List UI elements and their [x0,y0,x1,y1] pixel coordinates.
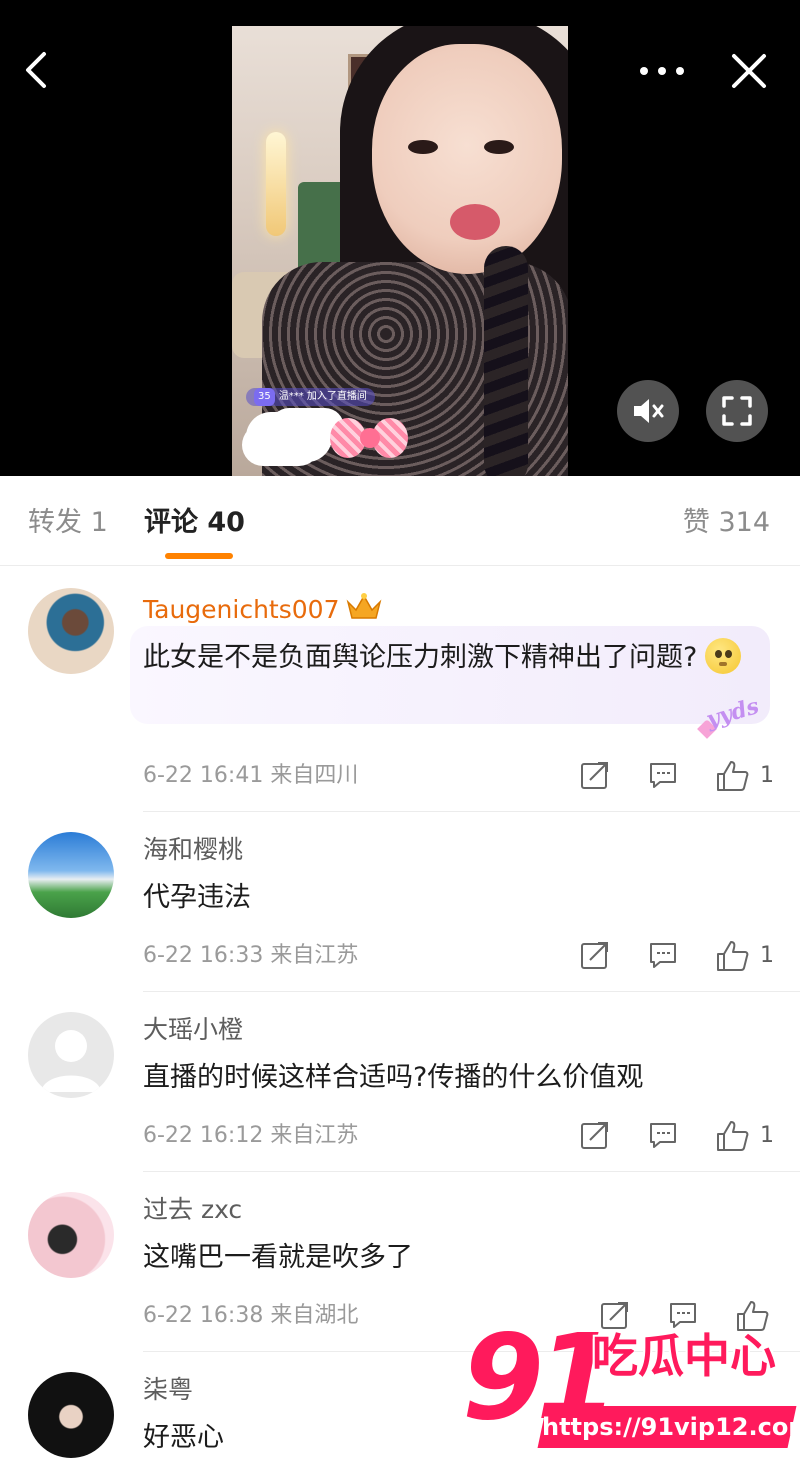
detail-tabs: 转发 1 评论 40 赞 314 [0,476,800,566]
like-count: 1 [760,763,774,788]
avatar[interactable] [28,1012,114,1098]
comment-location: 来自江苏 [270,943,359,968]
comment-username[interactable]: 大瑶小橙 [143,1014,243,1046]
comment-time: 6-22 16:38 [143,1303,264,1328]
comment-actions: 1 [580,760,780,792]
level-badge: 35 [254,388,275,406]
live-join-notice: 35 温*** 加入了直播间 [246,388,375,406]
eye-left [408,140,438,154]
like-icon[interactable] [716,940,750,976]
share-icon[interactable] [580,1120,610,1154]
comment-text: 此女是不是负面舆论压力刺激下精神出了问题? [143,638,763,678]
share-icon[interactable] [580,940,610,974]
chevron-left-icon [26,52,46,88]
comment-item: Taugenichts007 此女是不是负面舆论压力刺激下精神出了问题? 6-2… [0,566,800,812]
like-count: 1 [760,943,774,968]
tab-comments[interactable]: 评论 40 [144,506,245,540]
comment-time: 6-22 16:12 [143,1123,264,1148]
tab-likes[interactable]: 赞 314 [683,506,770,540]
bow-sticker [330,414,410,466]
comment-meta: 6-22 16:38 来自湖北 [143,1302,358,1330]
comment-username[interactable]: 柒粤 [143,1374,193,1406]
mute-button[interactable] [617,380,679,442]
lips [450,204,500,240]
comment-text-content: 此女是不是负面舆论压力刺激下精神出了问题? [143,642,698,673]
comment-username[interactable]: 海和樱桃 [143,834,243,866]
like-icon[interactable] [716,1120,750,1156]
close-button[interactable] [726,48,772,94]
avatar[interactable] [28,832,114,918]
comment-location: 来自四川 [270,763,359,788]
reply-icon[interactable] [648,940,678,974]
comment-text: 直播的时候这样合适吗?传播的什么价值观 [143,1062,644,1093]
comment-item: 海和樱桃 代孕违法 6-22 16:33 来自江苏 1 [0,812,800,992]
join-notice-text: 温*** 加入了直播间 [278,391,367,402]
comment-location: 来自湖北 [270,1303,359,1328]
avatar[interactable] [28,588,114,674]
comment-meta: 6-22 16:41 来自四川 [143,762,358,790]
close-icon [732,54,766,88]
comment-time: 6-22 16:33 [143,943,264,968]
tab-reposts[interactable]: 转发 1 [28,506,108,540]
comment-meta: 6-22 16:33 来自江苏 [143,942,358,970]
avatar[interactable] [28,1372,114,1458]
comment-text: 这嘴巴一看就是吹多了 [143,1242,413,1273]
like-count: 1 [760,1123,774,1148]
default-avatar-icon [41,1030,101,1092]
comment-text: 代孕违法 [143,882,251,913]
active-tab-indicator [165,553,233,559]
avatar[interactable] [28,1192,114,1278]
share-icon[interactable] [580,760,610,794]
cloud-sticker [246,412,332,462]
more-dots-icon [640,67,684,75]
watermark-name: 吃瓜中心 [592,1329,776,1383]
reply-icon[interactable] [648,1120,678,1154]
streamer-face [372,44,562,274]
comment-username[interactable]: Taugenichts007 [143,592,383,630]
floor-lamp [266,132,286,236]
video-frame[interactable]: 35 温*** 加入了直播间 [232,26,568,476]
comment-time: 6-22 16:41 [143,763,264,788]
username-text: Taugenichts007 [143,595,340,624]
comment-actions: 1 [580,1120,780,1152]
more-button[interactable] [634,56,690,86]
thinking-face-icon [705,638,742,674]
comment-item: 大瑶小橙 直播的时候这样合适吗?传播的什么价值观 6-22 16:12 来自江苏… [0,992,800,1172]
fullscreen-icon [722,396,752,426]
speaker-muted-icon [634,399,664,423]
comment-meta: 6-22 16:12 来自江苏 [143,1122,358,1150]
comment-location: 来自江苏 [270,1123,359,1148]
streamer-braid [484,246,528,476]
reply-icon[interactable] [648,760,678,794]
fullscreen-button[interactable] [706,380,768,442]
eye-right [484,140,514,154]
back-button[interactable] [18,48,58,92]
watermark-url: https://91vip12.com [537,1406,800,1448]
comment-actions: 1 [580,940,780,972]
watermark-url-text: https://91vip12.com [542,1413,800,1441]
video-player[interactable]: 35 温*** 加入了直播间 [0,0,800,476]
watermark-logo: 91 吃瓜中心 https://91vip12.com [462,1312,800,1460]
vip-crown-icon [345,592,383,630]
like-icon[interactable] [716,760,750,796]
comment-username[interactable]: 过去 zxc [143,1194,242,1226]
